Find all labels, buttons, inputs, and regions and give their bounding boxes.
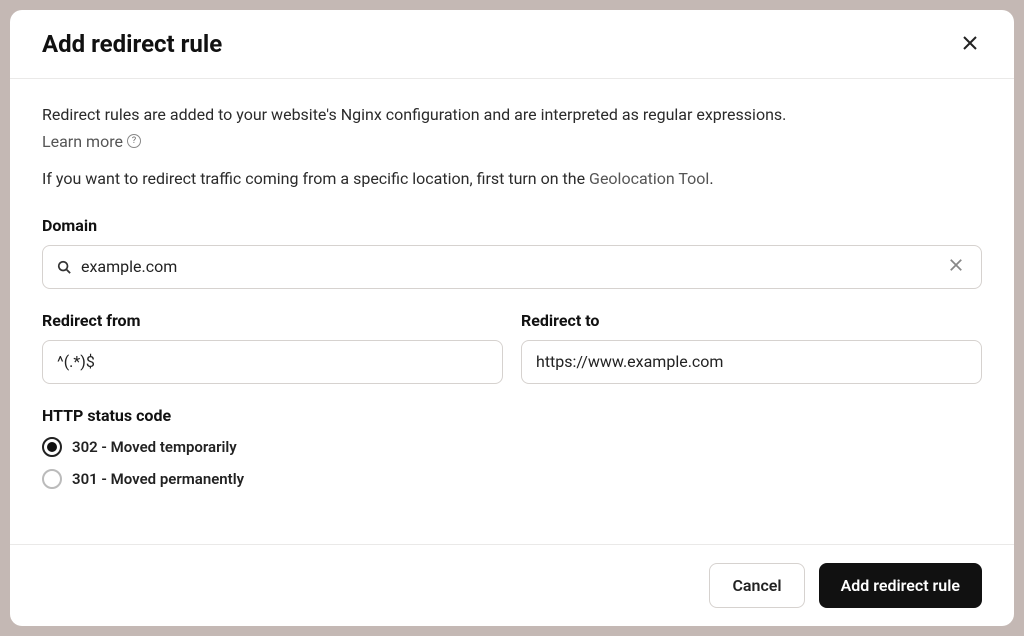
search-icon: [57, 260, 71, 274]
learn-more-link[interactable]: Learn more ?: [42, 132, 141, 151]
radio-302-label: 302 - Moved temporarily: [72, 438, 237, 456]
radio-dot-icon: [47, 442, 57, 452]
close-button[interactable]: [958, 31, 982, 58]
redirect-row: Redirect from Redirect to: [42, 311, 982, 406]
description-text: Redirect rules are added to your website…: [42, 103, 982, 128]
redirect-to-input[interactable]: [536, 352, 967, 371]
close-icon: [962, 35, 978, 54]
x-icon: [949, 258, 963, 275]
domain-input-wrapper[interactable]: [42, 245, 982, 289]
redirect-to-wrapper[interactable]: [521, 340, 982, 384]
learn-more-row: Learn more ?: [42, 132, 982, 151]
radio-circle-icon: [42, 437, 62, 457]
domain-input[interactable]: [81, 257, 935, 276]
redirect-to-label: Redirect to: [521, 311, 982, 330]
geo-text-prefix: If you want to redirect traffic coming f…: [42, 169, 589, 188]
add-redirect-rule-modal: Add redirect rule Redirect rules are add…: [10, 10, 1014, 626]
domain-field-group: Domain: [42, 216, 982, 289]
status-code-group: HTTP status code 302 - Moved temporarily…: [42, 406, 982, 489]
redirect-to-group: Redirect to: [521, 311, 982, 384]
help-circle-icon: ?: [127, 134, 141, 148]
modal-title: Add redirect rule: [42, 30, 222, 58]
redirect-from-group: Redirect from: [42, 311, 503, 384]
modal-body: Redirect rules are added to your website…: [10, 79, 1014, 544]
modal-header: Add redirect rule: [10, 10, 1014, 79]
modal-footer: Cancel Add redirect rule: [10, 544, 1014, 626]
geolocation-hint: If you want to redirect traffic coming f…: [42, 169, 982, 188]
redirect-from-label: Redirect from: [42, 311, 503, 330]
redirect-from-input[interactable]: [57, 352, 488, 371]
cancel-button[interactable]: Cancel: [709, 563, 804, 608]
radio-301[interactable]: 301 - Moved permanently: [42, 469, 982, 489]
submit-button[interactable]: Add redirect rule: [819, 563, 982, 608]
radio-302[interactable]: 302 - Moved temporarily: [42, 437, 982, 457]
radio-circle-icon: [42, 469, 62, 489]
learn-more-label: Learn more: [42, 132, 123, 151]
geolocation-tool-link[interactable]: Geolocation Tool: [589, 169, 709, 188]
geo-text-suffix: .: [709, 169, 713, 188]
status-code-label: HTTP status code: [42, 406, 982, 425]
status-code-radio-group: 302 - Moved temporarily 301 - Moved perm…: [42, 437, 982, 489]
redirect-from-wrapper[interactable]: [42, 340, 503, 384]
clear-domain-button[interactable]: [945, 254, 967, 279]
domain-label: Domain: [42, 216, 982, 235]
radio-301-label: 301 - Moved permanently: [72, 470, 244, 488]
